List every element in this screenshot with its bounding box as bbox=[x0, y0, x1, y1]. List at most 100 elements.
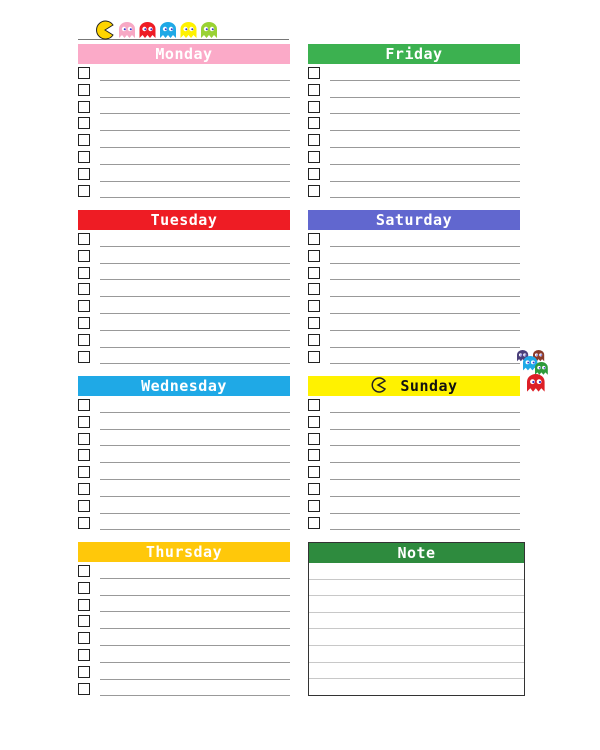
task-row bbox=[308, 348, 520, 365]
task-checkbox[interactable] bbox=[78, 499, 90, 512]
task-checkbox[interactable] bbox=[78, 283, 90, 296]
day-section-monday: Monday bbox=[78, 44, 290, 199]
task-row bbox=[308, 446, 520, 464]
task-line[interactable] bbox=[330, 363, 520, 365]
task-checkbox[interactable] bbox=[78, 399, 90, 411]
task-row bbox=[308, 182, 520, 199]
task-checkbox[interactable] bbox=[78, 167, 90, 180]
task-checkbox[interactable] bbox=[78, 615, 90, 628]
task-checkbox[interactable] bbox=[308, 249, 320, 262]
task-checkbox[interactable] bbox=[78, 316, 90, 329]
task-row bbox=[78, 596, 290, 613]
task-row bbox=[78, 64, 290, 81]
task-row bbox=[78, 646, 290, 663]
task-checkbox[interactable] bbox=[78, 333, 90, 346]
task-row bbox=[78, 148, 290, 165]
task-row bbox=[78, 629, 290, 646]
task-checkbox[interactable] bbox=[308, 449, 320, 462]
task-line[interactable] bbox=[100, 363, 290, 365]
task-checkbox[interactable] bbox=[308, 167, 320, 180]
task-checkbox[interactable] bbox=[308, 499, 320, 512]
day-section-friday: Friday bbox=[308, 44, 520, 199]
task-line[interactable] bbox=[100, 695, 290, 697]
task-checkbox[interactable] bbox=[78, 150, 90, 163]
task-checkbox[interactable] bbox=[308, 482, 320, 495]
task-checkbox[interactable] bbox=[78, 83, 90, 96]
task-checkbox[interactable] bbox=[308, 233, 320, 245]
task-checkbox[interactable] bbox=[308, 67, 320, 79]
task-row bbox=[308, 280, 520, 298]
task-row bbox=[78, 114, 290, 132]
task-checkbox[interactable] bbox=[78, 449, 90, 462]
task-checkbox[interactable] bbox=[78, 233, 90, 245]
day-header: Sunday bbox=[308, 376, 520, 396]
task-checkbox[interactable] bbox=[78, 100, 90, 113]
task-checkbox[interactable] bbox=[308, 350, 320, 363]
task-checkbox[interactable] bbox=[78, 134, 90, 147]
task-checkbox[interactable] bbox=[78, 466, 90, 479]
task-checkbox[interactable] bbox=[78, 266, 90, 279]
task-checkbox[interactable] bbox=[308, 117, 320, 130]
task-checkbox[interactable] bbox=[78, 67, 90, 79]
task-row bbox=[78, 463, 290, 480]
task-checkbox[interactable] bbox=[78, 117, 90, 130]
day-header: Saturday bbox=[308, 210, 520, 230]
task-checkbox[interactable] bbox=[308, 466, 320, 479]
note-line[interactable] bbox=[309, 629, 524, 646]
note-line[interactable] bbox=[309, 596, 524, 613]
task-checkbox[interactable] bbox=[308, 100, 320, 113]
task-row bbox=[78, 446, 290, 464]
task-line[interactable] bbox=[330, 529, 520, 531]
task-checkbox[interactable] bbox=[308, 316, 320, 329]
day-label: Sunday bbox=[400, 377, 458, 395]
task-checkbox[interactable] bbox=[308, 300, 320, 313]
task-line[interactable] bbox=[100, 529, 290, 531]
day-section-saturday: Saturday bbox=[308, 210, 520, 365]
task-checkbox[interactable] bbox=[308, 432, 320, 445]
task-row bbox=[308, 396, 520, 413]
task-checkbox[interactable] bbox=[78, 682, 90, 695]
task-checkbox[interactable] bbox=[78, 184, 90, 197]
task-row bbox=[78, 612, 290, 630]
note-line[interactable] bbox=[309, 580, 524, 597]
task-checkbox[interactable] bbox=[78, 598, 90, 611]
task-checkbox[interactable] bbox=[78, 432, 90, 445]
task-line[interactable] bbox=[330, 197, 520, 199]
task-checkbox[interactable] bbox=[78, 632, 90, 645]
task-checkbox[interactable] bbox=[78, 415, 90, 428]
task-checkbox[interactable] bbox=[78, 482, 90, 495]
task-checkbox[interactable] bbox=[78, 516, 90, 529]
task-checkbox[interactable] bbox=[308, 266, 320, 279]
task-checkbox[interactable] bbox=[308, 516, 320, 529]
task-checkbox[interactable] bbox=[78, 249, 90, 262]
task-checkbox[interactable] bbox=[78, 648, 90, 661]
note-line[interactable] bbox=[309, 646, 524, 663]
day-header: Thursday bbox=[78, 542, 290, 562]
note-line[interactable] bbox=[309, 563, 524, 580]
task-row bbox=[78, 663, 290, 680]
task-checkbox[interactable] bbox=[308, 333, 320, 346]
note-line[interactable] bbox=[309, 613, 524, 630]
task-line[interactable] bbox=[100, 197, 290, 199]
task-checkbox[interactable] bbox=[78, 565, 90, 577]
task-checkbox[interactable] bbox=[308, 399, 320, 411]
task-row bbox=[78, 396, 290, 413]
task-row bbox=[308, 81, 520, 98]
task-row bbox=[308, 230, 520, 247]
weekly-planner: Monday Tuesday Wednesday Thursday Friday Satu… bbox=[0, 0, 600, 750]
task-checkbox[interactable] bbox=[78, 350, 90, 363]
task-checkbox[interactable] bbox=[78, 300, 90, 313]
task-checkbox[interactable] bbox=[78, 581, 90, 594]
task-checkbox[interactable] bbox=[308, 184, 320, 197]
task-row bbox=[78, 131, 290, 148]
task-checkbox[interactable] bbox=[78, 665, 90, 678]
note-line[interactable] bbox=[309, 663, 524, 680]
task-checkbox[interactable] bbox=[308, 283, 320, 296]
note-box[interactable]: Note bbox=[308, 542, 525, 696]
task-checkbox[interactable] bbox=[308, 134, 320, 147]
pacman-ghosts-header-decoration bbox=[96, 20, 217, 40]
task-checkbox[interactable] bbox=[308, 150, 320, 163]
task-checkbox[interactable] bbox=[308, 83, 320, 96]
note-line[interactable] bbox=[309, 679, 524, 696]
task-checkbox[interactable] bbox=[308, 415, 320, 428]
